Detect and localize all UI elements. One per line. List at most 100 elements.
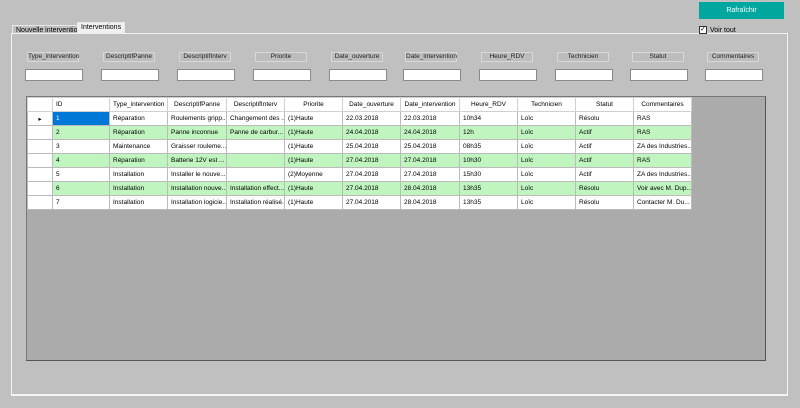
table-row[interactable]: 6 Installation Installation nouve... Instal… (27, 181, 692, 196)
cell-descriptifpanne[interactable]: Installation logicie... (167, 195, 227, 210)
cell-statut[interactable]: Actif (575, 167, 634, 182)
cell-descriptifinterv[interactable]: Panne de carbur... (226, 125, 285, 140)
interventions-grid[interactable]: ID Type_intervention DescriptifPanne Descri… (26, 96, 766, 361)
cell-technicien[interactable]: Loïc (517, 167, 576, 182)
filter-input[interactable] (479, 69, 537, 81)
cell-priorite[interactable]: (1)Haute (284, 181, 343, 196)
row-header[interactable] (27, 153, 53, 168)
column-header[interactable]: Priorite (284, 97, 343, 112)
table-row[interactable]: 3 Maintenance Graisser rouleme... (1)Haute 2… (27, 139, 692, 154)
column-header[interactable]: ID (52, 97, 110, 112)
cell-descriptifpanne[interactable]: Batterie 12V est ... (167, 153, 227, 168)
cell-descriptifinterv[interactable]: Installation effect... (226, 181, 285, 196)
table-row[interactable]: 5 Installation Installer le nouve... (2)Moy… (27, 167, 692, 182)
cell-technicien[interactable]: Loïc (517, 125, 576, 140)
cell-descriptifpanne[interactable]: Panne inconnue (167, 125, 227, 140)
column-header[interactable]: Statut (575, 97, 634, 112)
cell-id[interactable]: 1 (52, 111, 110, 126)
cell-heure-rdv[interactable]: 13h35 (459, 195, 518, 210)
cell-id[interactable]: 2 (52, 125, 110, 140)
cell-type-intervention[interactable]: Maintenance (109, 139, 168, 154)
filter-input[interactable] (329, 69, 387, 81)
cell-id[interactable]: 6 (52, 181, 110, 196)
cell-descriptifpanne[interactable]: Installer le nouve... (167, 167, 227, 182)
tab-interventions[interactable]: Interventions (77, 22, 126, 34)
cell-heure-rdv[interactable]: 13h35 (459, 181, 518, 196)
cell-commentaires[interactable]: RAS (633, 111, 692, 126)
filter-input[interactable] (177, 69, 235, 81)
row-header[interactable] (27, 195, 53, 210)
cell-date-intervention[interactable]: 27.04.2018 (400, 167, 460, 182)
row-header[interactable] (27, 125, 53, 140)
cell-statut[interactable]: Résolu (575, 195, 634, 210)
cell-type-intervention[interactable]: Réparation (109, 111, 168, 126)
cell-date-ouverture[interactable]: 25.04.2018 (342, 139, 401, 154)
filter-input[interactable] (705, 69, 763, 81)
cell-id[interactable]: 5 (52, 167, 110, 182)
cell-commentaires[interactable]: ZA des Industries... (633, 167, 692, 182)
cell-priorite[interactable]: (1)Haute (284, 111, 343, 126)
row-header[interactable] (27, 167, 53, 182)
cell-descriptifinterv[interactable]: Changement des ... (226, 111, 285, 126)
cell-date-ouverture[interactable]: 27.04.2018 (342, 181, 401, 196)
cell-type-intervention[interactable]: Installation (109, 181, 168, 196)
cell-date-ouverture[interactable]: 27.04.2018 (342, 167, 401, 182)
cell-type-intervention[interactable]: Réparation (109, 153, 168, 168)
table-row[interactable]: 7 Installation Installation logicie... Inst… (27, 195, 692, 210)
row-header[interactable] (27, 139, 53, 154)
cell-date-intervention[interactable]: 27.04.2018 (400, 153, 460, 168)
cell-statut[interactable]: Actif (575, 153, 634, 168)
cell-descriptifpanne[interactable]: Roulements gripp... (167, 111, 227, 126)
table-row[interactable]: ▸ 1 Réparation Roulements gripp... Changemen… (27, 111, 692, 126)
cell-technicien[interactable]: Loïc (517, 111, 576, 126)
column-header[interactable]: DescriptifPanne (167, 97, 227, 112)
cell-priorite[interactable]: (1)Haute (284, 153, 343, 168)
cell-date-intervention[interactable]: 25.04.2018 (400, 139, 460, 154)
filter-input[interactable] (101, 69, 159, 81)
cell-heure-rdv[interactable]: 08h35 (459, 139, 518, 154)
cell-technicien[interactable]: Loïc (517, 195, 576, 210)
column-header[interactable]: Heure_RDV (459, 97, 518, 112)
column-header[interactable]: Commentaires (633, 97, 692, 112)
cell-statut[interactable]: Résolu (575, 111, 634, 126)
cell-descriptifpanne[interactable]: Graisser rouleme... (167, 139, 227, 154)
filter-input[interactable] (253, 69, 311, 81)
cell-type-intervention[interactable]: Installation (109, 167, 168, 182)
cell-type-intervention[interactable]: Réparation (109, 125, 168, 140)
cell-date-intervention[interactable]: 28.04.2018 (400, 195, 460, 210)
filter-input[interactable] (555, 69, 613, 81)
column-header[interactable]: Type_intervention (109, 97, 168, 112)
cell-date-ouverture[interactable]: 22.03.2018 (342, 111, 401, 126)
cell-technicien[interactable]: Loïc (517, 153, 576, 168)
cell-descriptifinterv[interactable] (226, 167, 285, 182)
cell-date-intervention[interactable]: 28.04.2018 (400, 181, 460, 196)
filter-input[interactable] (25, 69, 83, 81)
column-header[interactable]: DescriptifInterv (226, 97, 285, 112)
row-header[interactable]: ▸ (27, 111, 53, 126)
cell-id[interactable]: 4 (52, 153, 110, 168)
cell-date-ouverture[interactable]: 24.04.2018 (342, 125, 401, 140)
cell-technicien[interactable]: Loïc (517, 139, 576, 154)
cell-heure-rdv[interactable]: 12h (459, 125, 518, 140)
column-header[interactable]: Technicien (517, 97, 576, 112)
cell-commentaires[interactable]: RAS (633, 125, 692, 140)
cell-date-intervention[interactable]: 24.04.2018 (400, 125, 460, 140)
cell-descriptifinterv[interactable] (226, 153, 285, 168)
column-header[interactable]: Date_intervention (400, 97, 460, 112)
cell-commentaires[interactable]: RAS (633, 153, 692, 168)
table-row[interactable]: 2 Réparation Panne inconnue Panne de carbur… (27, 125, 692, 140)
cell-statut[interactable]: Résolu (575, 181, 634, 196)
cell-descriptifinterv[interactable]: Installation réalisé... (226, 195, 285, 210)
cell-priorite[interactable]: (1)Haute (284, 125, 343, 140)
cell-id[interactable]: 3 (52, 139, 110, 154)
show-all-checkbox[interactable]: ✓ (699, 26, 707, 34)
cell-date-intervention[interactable]: 22.03.2018 (400, 111, 460, 126)
cell-technicien[interactable]: Loïc (517, 181, 576, 196)
cell-heure-rdv[interactable]: 10h34 (459, 111, 518, 126)
column-header[interactable]: Date_ouverture (342, 97, 401, 112)
cell-commentaires[interactable]: Contacter M. Du... (633, 195, 692, 210)
cell-commentaires[interactable]: Voir avec M. Dup... (633, 181, 692, 196)
cell-date-ouverture[interactable]: 27.04.2018 (342, 153, 401, 168)
cell-id[interactable]: 7 (52, 195, 110, 210)
cell-priorite[interactable]: (2)Moyenne (284, 167, 343, 182)
